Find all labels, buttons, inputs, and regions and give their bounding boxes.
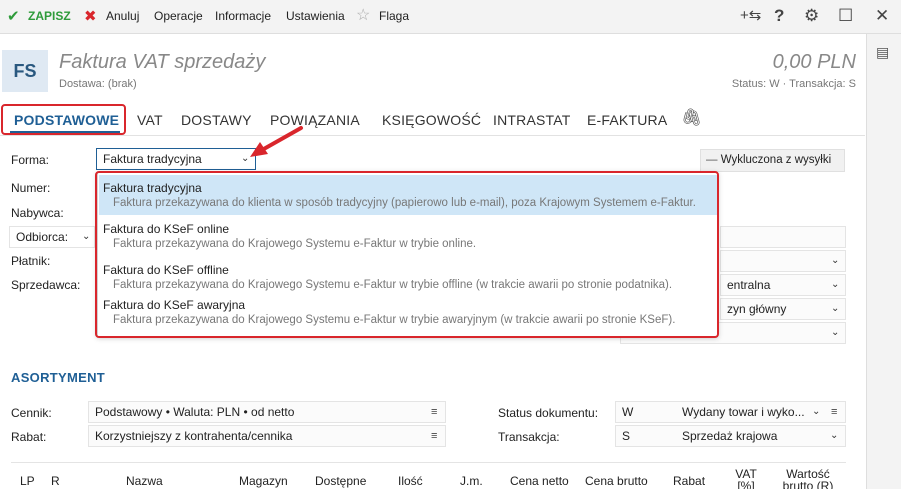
col-dostepne[interactable]: Dostępne	[315, 474, 366, 488]
col-lp[interactable]: LP	[20, 474, 35, 488]
transakcja-label: Transakcja:	[498, 430, 560, 444]
status-dokumentu-field[interactable]: W Wydany towar i wyko... ⌄ ≡	[615, 401, 846, 423]
sprzedawca-label: Sprzedawca:	[11, 278, 81, 292]
forma-value: Faktura tradycyjna	[103, 152, 202, 166]
transakcja-value: Sprzedaż krajowa	[682, 429, 778, 443]
transakcja-field[interactable]: S Sprzedaż krajowa ⌄	[615, 425, 846, 447]
col-rabat[interactable]: Rabat	[673, 474, 705, 488]
cancel-button[interactable]: Anuluj	[106, 9, 139, 23]
col-ilosc[interactable]: Ilość	[398, 474, 423, 488]
document-type-badge: FS	[2, 50, 48, 92]
total-amount: 0,00 PLN	[772, 51, 856, 73]
tabs-divider	[0, 135, 865, 136]
warehouse-field[interactable]: zyn główny ⌄	[720, 298, 846, 320]
tab-vat[interactable]: VAT	[137, 112, 163, 128]
platnik-extra-field[interactable]: ⌄	[720, 250, 846, 272]
dropdown-highlight-box	[95, 171, 719, 338]
cennik-field[interactable]: Podstawowy • Waluta: PLN • od netto ≡	[88, 401, 446, 423]
close-icon[interactable]: ✕	[875, 7, 889, 25]
col-cena-brutto[interactable]: Cena brutto	[585, 474, 648, 488]
information-menu[interactable]: Informacje	[215, 9, 271, 23]
gear-icon[interactable]: ⚙	[804, 7, 819, 25]
col-wartosc-brutto[interactable]: Wartość brutto (R)	[778, 468, 838, 489]
tab-intrastat[interactable]: INTRASTAT	[493, 112, 571, 128]
platnik-label: Płatnik:	[11, 254, 51, 268]
cennik-label: Cennik:	[11, 406, 52, 420]
menu-icon[interactable]: ≡	[431, 402, 437, 422]
comment-icon[interactable]: ▤	[876, 44, 889, 61]
flag-button[interactable]: Flaga	[379, 9, 409, 23]
status-value: Wydany towar i wyko...	[682, 405, 805, 419]
chevron-down-icon: ⌄	[830, 430, 839, 441]
col-magazyn[interactable]: Magazyn	[239, 474, 288, 488]
rabat-value: Korzystniejszy z kontrahenta/cennika	[95, 429, 293, 443]
operations-menu[interactable]: Operacje	[154, 9, 203, 23]
odbiorca-select[interactable]: Odbiorca: ⌄	[9, 226, 95, 248]
cennik-value: Podstawowy • Waluta: PLN • od netto	[95, 405, 295, 419]
forma-label: Forma:	[11, 153, 50, 167]
transakcja-code: S	[622, 429, 631, 443]
chevron-down-icon: ⌄	[82, 231, 91, 242]
status-line: Status: W · Transakcja: S	[731, 78, 856, 90]
check-icon: ✔	[7, 8, 20, 25]
tab-e-faktura[interactable]: E-FAKTURA	[587, 112, 667, 128]
star-icon: ☆	[356, 7, 371, 24]
close-x-icon: ✖	[84, 8, 97, 25]
toolbar: ✔ ZAPISZ ✖ Anuluj Operacje Informacje Us…	[0, 0, 901, 34]
assortment-section-title: ASORTYMENT	[11, 370, 105, 385]
col-r[interactable]: R	[51, 474, 60, 488]
forma-select[interactable]: Faktura tradycyjna ⌄	[96, 148, 256, 170]
excluded-label: Wykluczona z wysyłki	[720, 154, 832, 166]
col-cena-netto[interactable]: Cena netto	[510, 474, 569, 488]
settings-menu[interactable]: Ustawienia	[286, 9, 345, 23]
tab-ksiegowosc[interactable]: KSIĘGOWOŚĆ	[382, 112, 481, 128]
add-window-icon[interactable]: +⇆	[740, 7, 761, 25]
page-title: Faktura VAT sprzedaży	[59, 51, 266, 73]
tab-highlight-box	[1, 104, 126, 135]
col-nazwa[interactable]: Nazwa	[126, 474, 163, 488]
odbiorca-label: Odbiorca:	[16, 230, 69, 244]
rabat-label: Rabat:	[11, 430, 47, 444]
status-code: W	[622, 405, 634, 419]
warehouse-value: zyn główny	[727, 302, 787, 316]
col-jm[interactable]: J.m.	[460, 474, 483, 488]
central-value: entralna	[727, 278, 771, 292]
status-dokumentu-label: Status dokumentu:	[498, 406, 599, 420]
delivery-subtitle: Dostawa: (brak)	[59, 78, 137, 90]
menu-icon[interactable]: ≡	[431, 426, 437, 446]
help-icon[interactable]: ?	[774, 7, 784, 25]
excluded-from-sending-toggle[interactable]: — Wykluczona z wysyłki	[700, 149, 845, 172]
minus-icon: —	[706, 154, 718, 166]
rabat-field[interactable]: Korzystniejszy z kontrahenta/cennika ≡	[88, 425, 446, 447]
nabywca-label: Nabywca:	[11, 206, 64, 220]
annotation-arrow-icon	[250, 126, 303, 157]
maximize-icon[interactable]: ☐	[838, 7, 853, 25]
chevron-down-icon: ⌄	[812, 406, 821, 417]
odbiorca-extra-field[interactable]	[720, 226, 846, 248]
right-side-panel: ▤	[866, 34, 901, 489]
central-field[interactable]: entralna ⌄	[720, 274, 846, 296]
tab-dostawy[interactable]: DOSTAWY	[181, 112, 252, 128]
menu-icon[interactable]: ≡	[831, 402, 837, 422]
save-button[interactable]: ZAPISZ	[28, 9, 71, 23]
numer-label: Numer:	[11, 181, 51, 195]
paperclip-icon[interactable]: 🖇	[681, 108, 703, 128]
col-vat[interactable]: VAT [%]	[733, 468, 759, 489]
